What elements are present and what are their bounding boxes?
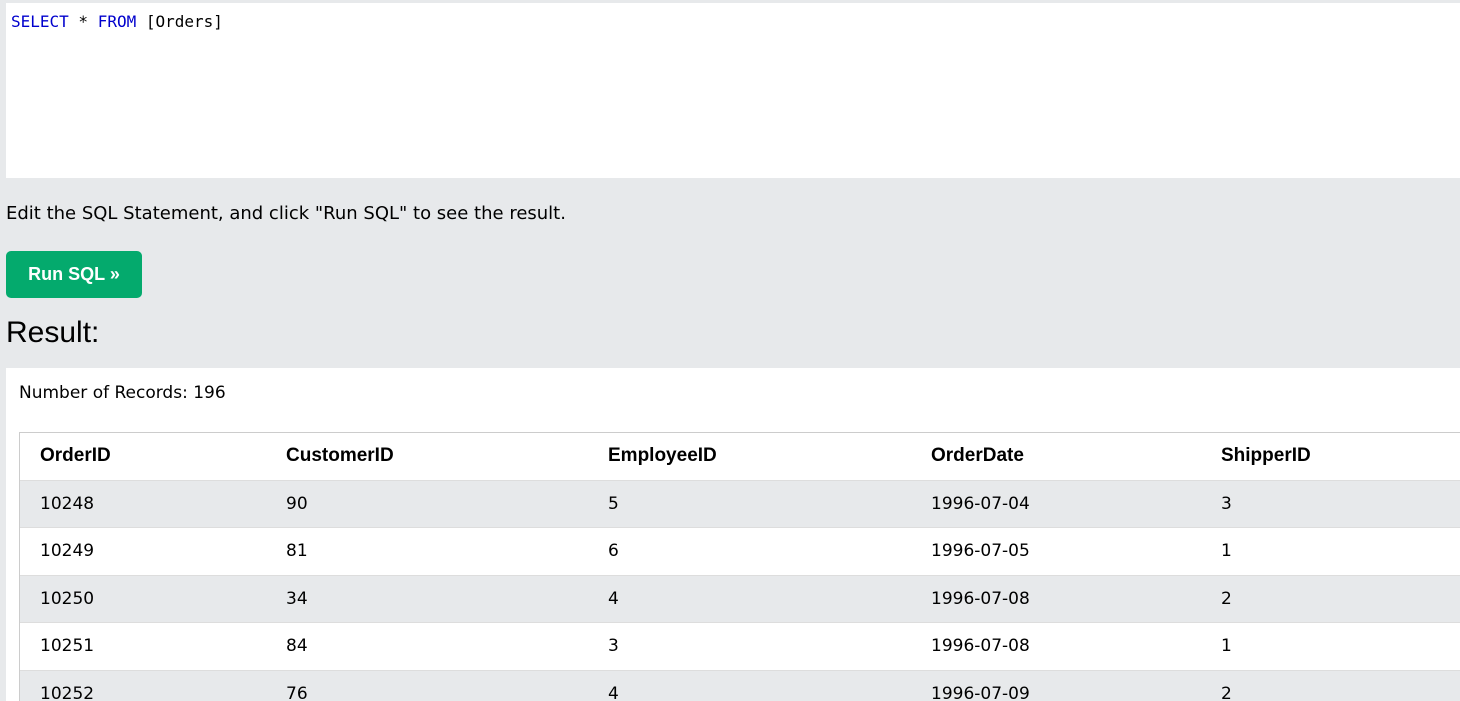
cell-orderid: 10252: [20, 669, 266, 701]
cell-employeeid: 4: [588, 574, 911, 623]
column-header-employeeid: EmployeeID: [608, 445, 717, 467]
cell-orderid: 10250: [20, 574, 266, 623]
column-header-orderid: OrderID: [40, 445, 111, 467]
cell-orderdate: 1996-07-04: [911, 479, 1201, 528]
table-row: 10250 34 4 1996-07-08 2: [20, 574, 1460, 623]
cell-customerid: 81: [266, 527, 588, 575]
cell-orderid: 10251: [20, 622, 266, 670]
cell-shipperid: 1: [1201, 622, 1460, 670]
cell-employeeid: 4: [588, 669, 911, 701]
cell-orderdate: 1996-07-08: [911, 622, 1201, 670]
cell-orderid: 10249: [20, 527, 266, 575]
cell-customerid: 76: [266, 669, 588, 701]
column-header-shipperid: ShipperID: [1221, 445, 1311, 467]
cell-employeeid: 6: [588, 527, 911, 575]
cell-customerid: 90: [266, 479, 588, 528]
results-table: OrderID CustomerID EmployeeID OrderDate …: [20, 433, 1460, 701]
cell-orderdate: 1996-07-09: [911, 669, 1201, 701]
sql-token-select: SELECT: [11, 12, 69, 31]
cell-shipperid: 3: [1201, 479, 1460, 528]
column-header-orderdate: OrderDate: [931, 445, 1024, 467]
cell-employeeid: 3: [588, 622, 911, 670]
cell-customerid: 34: [266, 574, 588, 623]
cell-orderdate: 1996-07-08: [911, 574, 1201, 623]
cell-shipperid: 2: [1201, 574, 1460, 623]
sql-token-star: *: [68, 12, 98, 31]
instructions-text: Edit the SQL Statement, and click "Run S…: [6, 203, 566, 224]
table-row: 10248 90 5 1996-07-04 3: [20, 479, 1460, 528]
column-header-customerid: CustomerID: [286, 445, 394, 467]
sql-editor[interactable]: SELECT * FROM [Orders]: [6, 3, 1460, 178]
table-row: 10249 81 6 1996-07-05 1: [20, 527, 1460, 575]
cell-shipperid: 1: [1201, 527, 1460, 575]
cell-orderdate: 1996-07-05: [911, 527, 1201, 575]
table-header-row: OrderID CustomerID EmployeeID OrderDate …: [20, 433, 1460, 480]
cell-customerid: 84: [266, 622, 588, 670]
results-table-container[interactable]: OrderID CustomerID EmployeeID OrderDate …: [19, 432, 1460, 701]
cell-orderid: 10248: [20, 479, 266, 528]
sql-token-from: FROM: [97, 12, 137, 31]
run-sql-button[interactable]: Run SQL »: [6, 251, 142, 298]
sql-token-table: [Orders]: [136, 12, 223, 31]
result-title: Result:: [6, 316, 100, 349]
sql-tryit-page: SELECT * FROM [Orders] Edit the SQL Stat…: [0, 0, 1460, 701]
result-panel: Number of Records: 196 OrderID CustomerI…: [6, 368, 1460, 701]
record-count: Number of Records: 196: [19, 383, 226, 403]
table-row: 10252 76 4 1996-07-09 2: [20, 669, 1460, 701]
table-row: 10251 84 3 1996-07-08 1: [20, 622, 1460, 670]
cell-shipperid: 2: [1201, 669, 1460, 701]
cell-employeeid: 5: [588, 479, 911, 528]
